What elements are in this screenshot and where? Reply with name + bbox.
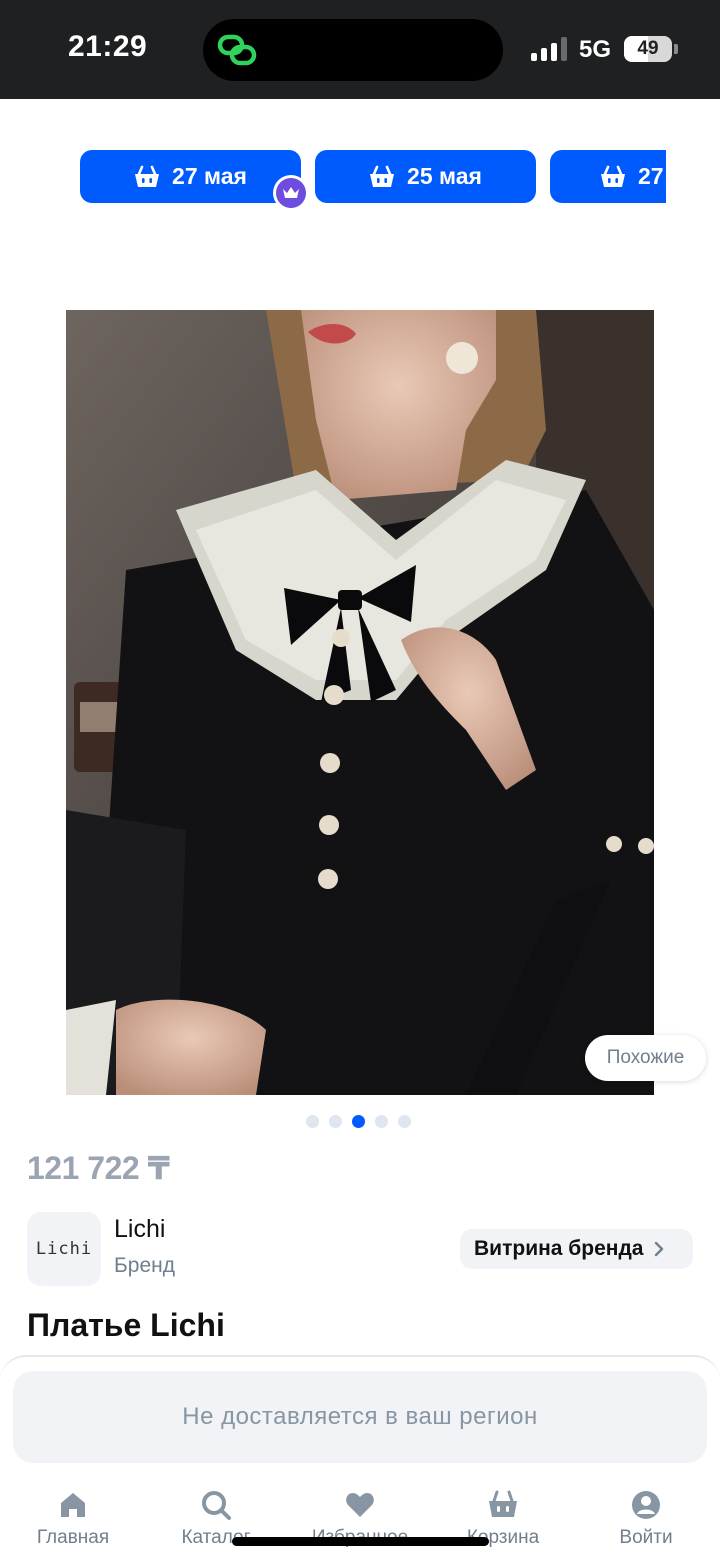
linked-rings-icon: [217, 34, 257, 66]
delivery-chip-label: 27 мая: [172, 163, 247, 189]
battery-icon: 49: [624, 36, 672, 62]
not-delivered-notice: Не доставляется в ваш регион: [13, 1371, 707, 1463]
tab-label: Войти: [619, 1527, 673, 1548]
basket-icon: [135, 165, 160, 187]
signal-icon: [531, 37, 569, 61]
gallery-dot[interactable]: [375, 1115, 388, 1128]
network-label: 5G: [579, 36, 612, 63]
delivery-dates-carousel[interactable]: 27 мая 25 мая 27: [80, 150, 666, 220]
gallery-dot-active[interactable]: [352, 1115, 365, 1128]
product-title: Платье Lichi: [27, 1307, 225, 1343]
product-photo[interactable]: [66, 310, 654, 1095]
profile-icon: [632, 1491, 660, 1519]
basket-icon: [489, 1490, 517, 1517]
home-icon: [61, 1493, 85, 1517]
brand-name[interactable]: Lichi: [114, 1215, 165, 1244]
battery-cap: [674, 44, 678, 54]
brand-subtitle: Бренд: [114, 1254, 175, 1277]
chevron-right-icon: [655, 1241, 664, 1257]
brand-showcase-label: Витрина бренда: [474, 1237, 644, 1260]
search-icon: [202, 1491, 231, 1520]
status-time: 21:29: [68, 30, 148, 63]
gallery-dot[interactable]: [329, 1115, 342, 1128]
tab-bar: Главная Каталог Избранное Корзина Войти: [0, 1480, 720, 1561]
battery-percent: 49: [637, 38, 659, 59]
delivery-chip[interactable]: 27: [550, 150, 666, 203]
brand-logo[interactable]: Lichi: [27, 1212, 101, 1286]
premium-crown-badge: [273, 175, 309, 211]
tab-home[interactable]: Главная: [3, 1480, 143, 1549]
status-bar: 21:29 5G 49: [0, 0, 720, 99]
brand-showcase-button[interactable]: Витрина бренда: [460, 1229, 693, 1269]
dynamic-island: [203, 19, 503, 81]
gallery-dot[interactable]: [306, 1115, 319, 1128]
crown-icon: [283, 187, 299, 198]
product-price: 121 722 ₸: [27, 1150, 170, 1186]
tab-label: Главная: [36, 1527, 110, 1548]
tab-login[interactable]: Войти: [576, 1480, 716, 1549]
delivery-chip-label: 25 мая: [407, 163, 482, 189]
delivery-chip[interactable]: 27 мая: [80, 150, 301, 203]
gallery-pagination[interactable]: [306, 1115, 411, 1129]
basket-icon: [370, 165, 395, 187]
gallery-dot[interactable]: [398, 1115, 411, 1128]
home-indicator: [232, 1537, 489, 1546]
heart-icon: [346, 1493, 374, 1517]
basket-icon: [601, 165, 625, 187]
dress-photo-illustration: [66, 310, 654, 1095]
delivery-chip[interactable]: 25 мая: [315, 150, 536, 203]
delivery-chip-label: 27: [638, 163, 664, 189]
similar-products-button[interactable]: Похожие: [585, 1035, 706, 1081]
